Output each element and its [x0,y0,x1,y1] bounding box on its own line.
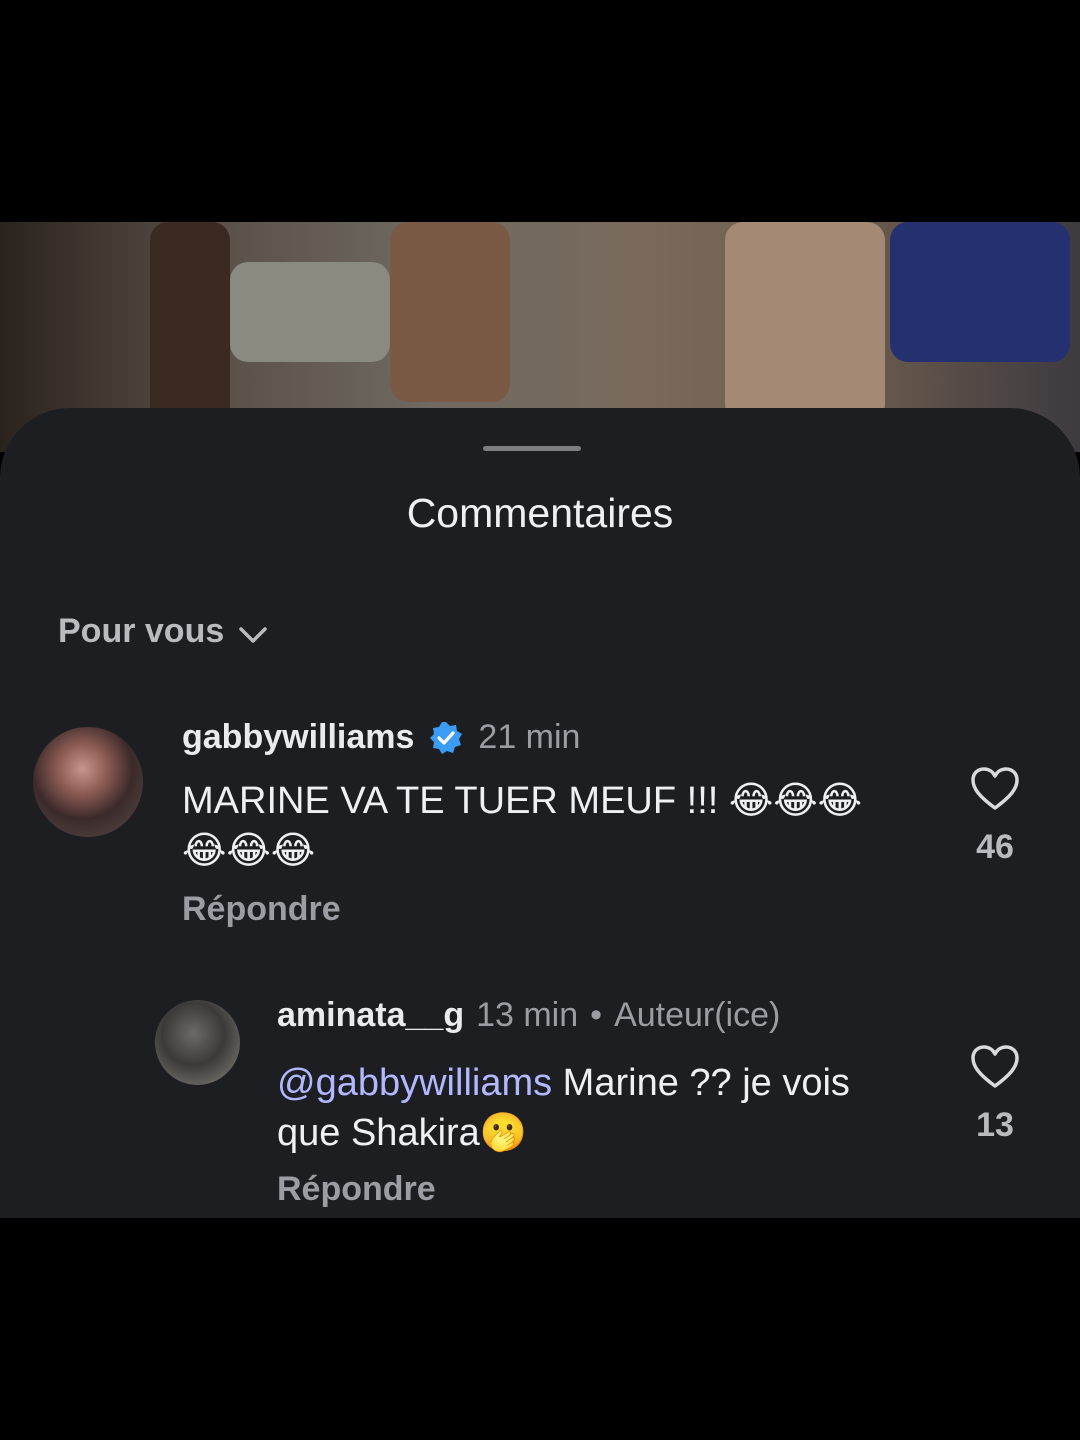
reply-button[interactable]: Répondre [182,890,341,929]
verified-badge-icon [430,721,463,754]
comment-time: 21 min [478,718,581,756]
sheet-title: Commentaires [406,490,674,536]
sheet-drag-handle[interactable] [483,446,581,451]
sort-label: Pour vous [58,612,225,650]
mention-link[interactable]: @gabbywilliams [277,1062,552,1104]
username[interactable]: gabbywilliams [182,718,414,757]
avatar[interactable] [33,727,143,837]
like-count: 13 [976,1106,1014,1144]
comment-time: 13 min [476,996,579,1034]
sort-dropdown[interactable]: Pour vous [58,612,268,651]
username[interactable]: aminata__g [277,996,464,1035]
bottom-letterbox [0,1218,1080,1440]
chevron-down-icon [239,626,267,643]
comment-header: aminata__g 13 min • Auteur(ice) [277,996,780,1035]
like-count: 46 [976,828,1014,866]
comment-header: gabbywilliams 21 min [182,718,580,757]
separator-dot: • [590,996,603,1034]
heart-icon[interactable] [970,766,1020,812]
comment-text: @gabbywilliams Marine ?? je vois que Sha… [277,1058,877,1158]
author-badge: Auteur(ice) [614,996,781,1034]
comment-text: MARINE VA TE TUER MEUF !!! 😂😂😂😂😂😂 [182,780,863,872]
heart-icon[interactable] [970,1044,1020,1090]
avatar[interactable] [155,1000,240,1085]
reply-button[interactable]: Répondre [277,1170,436,1209]
